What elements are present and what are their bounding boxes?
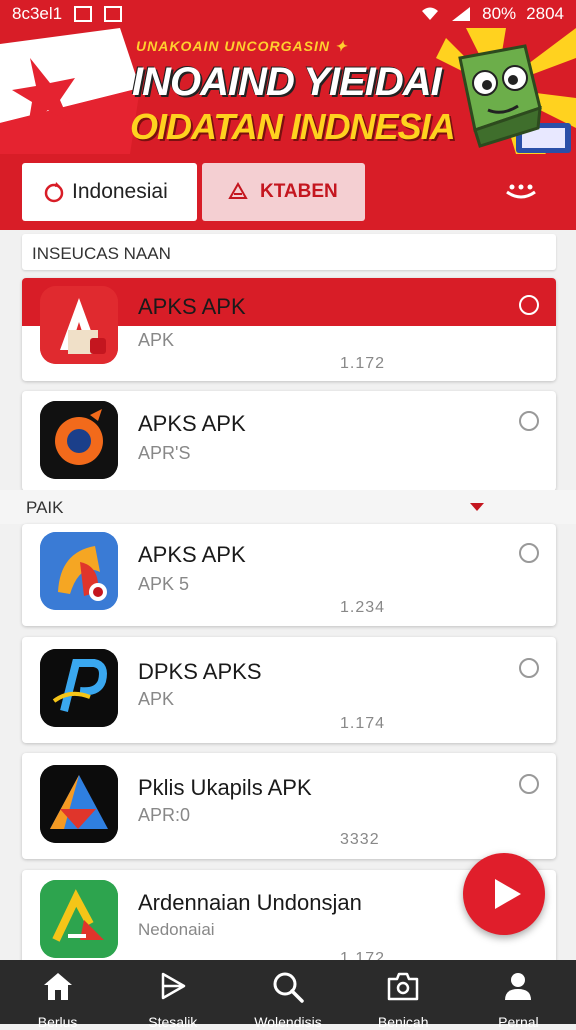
banner-headline: INOAIND YIEIDAI	[132, 60, 442, 104]
section-header: INSEUCAS NAAN	[22, 234, 556, 270]
select-radio[interactable]	[519, 295, 539, 315]
tab-label: Indonesiai	[72, 180, 168, 203]
tab-indonesia[interactable]: Indonesiai	[22, 163, 197, 221]
camera-icon	[387, 972, 419, 1001]
app-subtitle: APK 5	[138, 574, 190, 594]
play-icon	[495, 879, 521, 909]
group-label: PAIK	[26, 498, 64, 517]
group-header[interactable]: PAIK	[0, 490, 576, 524]
nav-label: Stesalik	[148, 1014, 198, 1030]
app-icon-red-a	[40, 286, 118, 364]
flag-graphic	[0, 28, 140, 154]
app-subtitle: APK	[138, 330, 175, 350]
tag-icon	[228, 182, 248, 199]
nav-item-search[interactable]: Wolendisis	[230, 960, 345, 1030]
more-options-icon[interactable]	[504, 182, 538, 200]
app-title: Pklis Ukapils APK	[138, 775, 312, 800]
play-fab-button[interactable]	[463, 853, 545, 935]
select-radio[interactable]	[519, 543, 539, 563]
app-list-item[interactable]: APKS APK APR'S	[22, 391, 556, 491]
app-title: APKS APK	[138, 542, 246, 567]
nav-label: Berlus	[37, 1014, 78, 1030]
app-icon-green-a	[40, 880, 118, 958]
app-subtitle: APR'S	[138, 443, 191, 463]
nav-item-home[interactable]: Berlus	[0, 960, 115, 1030]
robot-mascot-icon	[458, 44, 542, 148]
signal-icon	[452, 7, 471, 21]
select-radio[interactable]	[519, 658, 539, 678]
app-subtitle: APR:0	[138, 805, 191, 825]
app-subtitle: Nedonaiai	[138, 920, 215, 939]
play-outline-icon	[161, 972, 186, 1000]
search-icon	[273, 972, 304, 1003]
wifi-icon	[422, 7, 439, 20]
app-icon-orange-ring	[40, 401, 118, 479]
tab-label: KTABEN	[260, 181, 338, 202]
app-count: 3332	[340, 831, 380, 848]
app-list-item[interactable]: APKS APK APK 1.172	[22, 278, 556, 381]
status-time: 2804	[526, 4, 564, 23]
app-title: Ardennaian Undonsjan	[138, 890, 362, 915]
nav-label: Wolendisis	[254, 1014, 322, 1030]
app-title: DPKS APKS	[138, 659, 262, 684]
app-list-item[interactable]: DPKS APKS APK 1.174	[22, 637, 556, 743]
nav-item-camera[interactable]: Benicah	[346, 960, 461, 1030]
app-count: 1.234	[340, 599, 386, 616]
app-count: 1.174	[340, 715, 386, 732]
tab-ktaben[interactable]: KTABEN	[202, 163, 365, 221]
nav-item-profile[interactable]: Pernal	[461, 960, 576, 1030]
app-title: APKS APK	[138, 411, 246, 436]
banner-subheadline: OIDATAN INDNESIA	[130, 106, 456, 147]
bottom-nav: Berlus Stesalik Wolendisis Benicah Perna…	[0, 960, 576, 1030]
select-radio[interactable]	[519, 411, 539, 431]
app-list-item[interactable]: APKS APK APK 5 1.234	[22, 524, 556, 626]
refresh-icon	[44, 182, 64, 203]
tab-bar: Indonesiai KTABEN	[0, 154, 576, 230]
select-radio[interactable]	[519, 774, 539, 794]
status-bar: 8c3el1 80% 2804	[0, 0, 576, 28]
app-list-item[interactable]: Pklis Ukapils APK APR:0 3332	[22, 753, 556, 859]
battery-percent: 80%	[482, 4, 517, 23]
app-icon-blue-swirl	[40, 532, 118, 610]
app-icon-black-p	[40, 649, 118, 727]
status-text: 8c3el1	[12, 4, 63, 23]
app-count: 1.172	[340, 355, 386, 372]
promo-banner[interactable]: UNAKOAIN UNCORGASIN ✦ INOAIND YIEIDAI OI…	[0, 28, 576, 154]
nav-label: Benicah	[377, 1014, 429, 1030]
user-icon	[505, 973, 532, 1000]
collapse-arrow-icon[interactable]	[470, 503, 484, 511]
mail-icon	[74, 6, 93, 22]
app-subtitle: APK	[138, 689, 175, 709]
app-icon-triangle	[40, 765, 118, 843]
banner-small-text: UNAKOAIN UNCORGASIN ✦	[136, 38, 348, 54]
home-icon	[43, 973, 72, 1000]
notification-icon	[104, 6, 123, 22]
app-title: APKS APK	[138, 294, 246, 319]
nav-item-stesalik[interactable]: Stesalik	[115, 960, 230, 1030]
nav-label: Pernal	[498, 1014, 539, 1030]
